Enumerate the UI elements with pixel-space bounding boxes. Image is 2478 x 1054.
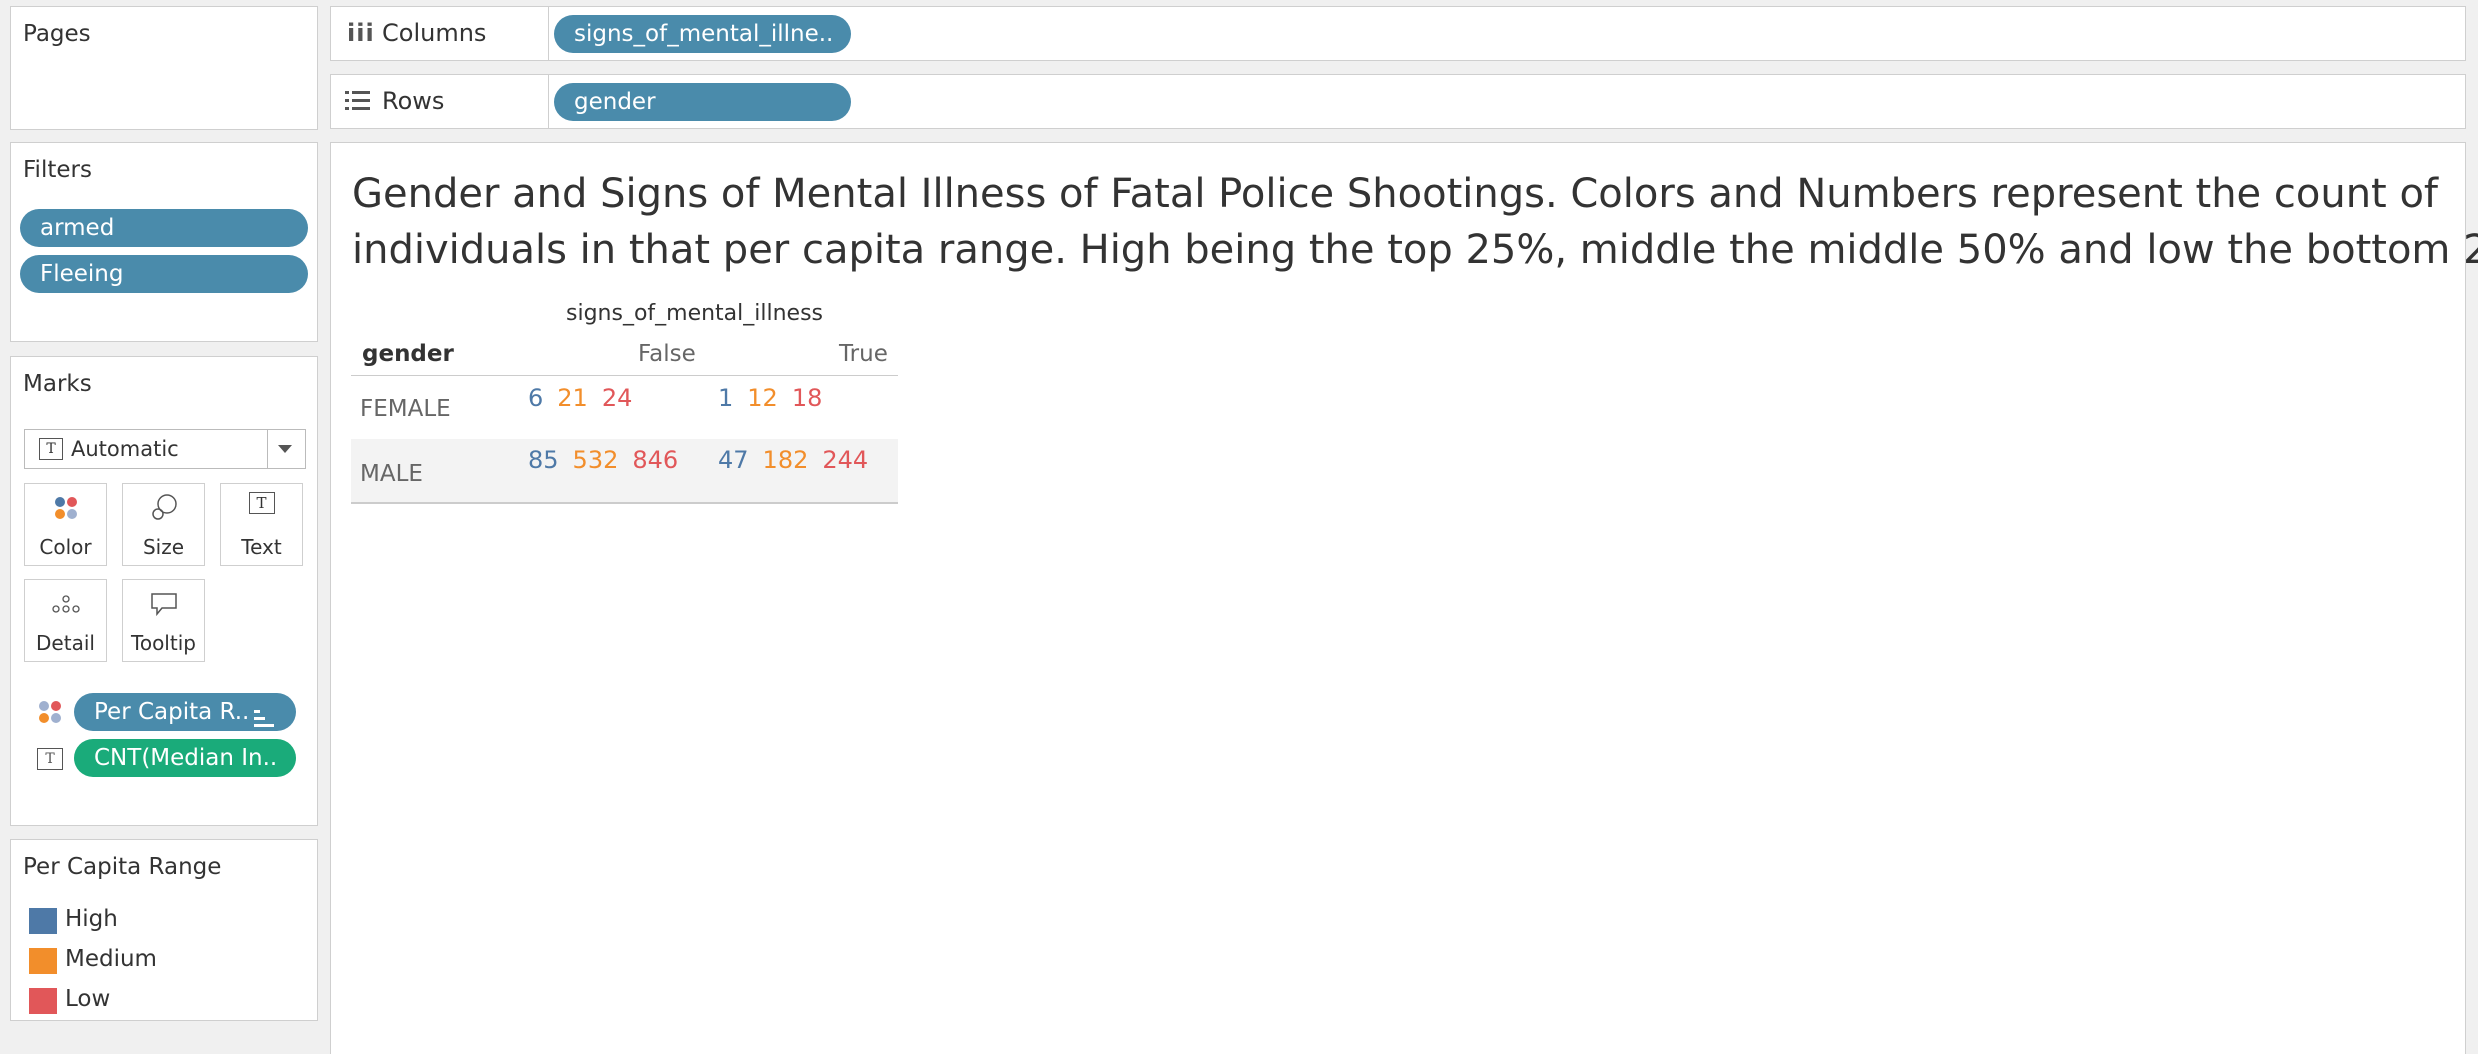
mark-type-value: Automatic xyxy=(71,437,179,461)
dropdown-divider xyxy=(267,430,268,468)
size-label: Size xyxy=(142,535,185,559)
columns-shelf-label: iii Columns xyxy=(331,7,549,60)
text-button[interactable]: T Text xyxy=(220,483,303,566)
detail-icon xyxy=(25,588,106,620)
color-label: Color xyxy=(39,535,92,559)
size-icon xyxy=(123,492,204,524)
rows-shelf[interactable]: Rows gender xyxy=(330,74,2466,129)
columns-label: Columns xyxy=(382,19,487,47)
rows-label: Rows xyxy=(382,87,445,115)
columns-shelf[interactable]: iii Columns signs_of_mental_illne.. xyxy=(330,6,2466,61)
tooltip-icon xyxy=(123,588,204,620)
legend-list: High Medium Low xyxy=(11,896,317,1018)
filters-title: Filters xyxy=(23,157,92,183)
viz-area: Gender and Signs of Mental Illness of Fa… xyxy=(330,142,2478,1054)
table-value[interactable]: 24 xyxy=(602,384,633,412)
pages-panel: Pages xyxy=(10,6,318,130)
legend-panel: Per Capita Range High Medium Low xyxy=(10,839,318,1021)
columns-pill[interactable]: signs_of_mental_illne.. xyxy=(554,15,851,53)
value-group-female-true: 1 12 18 xyxy=(718,384,836,412)
tooltip-button[interactable]: Tooltip xyxy=(122,579,205,662)
color-field-icon xyxy=(37,699,63,729)
table-value[interactable]: 21 xyxy=(557,384,588,412)
text-icon: T xyxy=(221,492,302,524)
cnt-median-income-pill[interactable]: CNT(Median In.. xyxy=(74,739,296,777)
tooltip-label: Tooltip xyxy=(131,631,196,655)
filter-pill-fleeing[interactable]: Fleeing xyxy=(20,255,308,293)
value-group-male-true: 47 182 244 xyxy=(718,446,882,474)
legend-swatch-low xyxy=(29,988,57,1014)
text-field-icon: T xyxy=(37,748,63,770)
table-value[interactable]: 47 xyxy=(718,446,749,474)
legend-swatch-high xyxy=(29,908,57,934)
table-value[interactable]: 532 xyxy=(573,446,619,474)
table-value[interactable]: 12 xyxy=(747,384,778,412)
legend-label-high: High xyxy=(65,906,118,932)
legend-label-medium: Medium xyxy=(65,946,157,972)
table-value[interactable]: 846 xyxy=(632,446,678,474)
marks-panel: Marks T Automatic Color Size T Text Deta… xyxy=(10,356,318,826)
text-label: Text xyxy=(241,535,282,559)
rows-pill[interactable]: gender xyxy=(554,83,851,121)
filters-panel: Filters armed Fleeing xyxy=(10,142,318,342)
text-mark-icon: T xyxy=(39,438,63,460)
table-value[interactable]: 1 xyxy=(718,384,733,412)
table-value[interactable]: 244 xyxy=(822,446,868,474)
value-group-male-false: 85 532 846 xyxy=(528,446,692,474)
table-value[interactable]: 85 xyxy=(528,446,559,474)
rows-icon xyxy=(345,89,371,117)
legend-label-low: Low xyxy=(65,986,111,1012)
color-button[interactable]: Color xyxy=(24,483,107,566)
size-button[interactable]: Size xyxy=(122,483,205,566)
detail-button[interactable]: Detail xyxy=(24,579,107,662)
table-value[interactable]: 18 xyxy=(792,384,823,412)
detail-label: Detail xyxy=(36,631,95,655)
color-icon xyxy=(25,492,106,524)
pages-title: Pages xyxy=(23,21,91,47)
per-capita-range-pill[interactable]: Per Capita R.. xyxy=(74,693,296,731)
values-layer: 6 21 24 1 12 18 85 532 846 47 182 244 xyxy=(331,143,1031,543)
table-value[interactable]: 6 xyxy=(528,384,543,412)
per-capita-range-label: Per Capita R.. xyxy=(94,699,250,725)
value-group-female-false: 6 21 24 xyxy=(528,384,646,412)
legend-title: Per Capita Range xyxy=(23,854,222,880)
filter-pill-armed[interactable]: armed xyxy=(20,209,308,247)
sort-icon xyxy=(254,702,276,731)
marks-title: Marks xyxy=(23,371,92,397)
rows-shelf-label: Rows xyxy=(331,75,549,128)
chevron-down-icon[interactable] xyxy=(278,445,292,453)
table-value[interactable]: 182 xyxy=(763,446,809,474)
columns-icon: iii xyxy=(347,19,375,47)
mark-type-select[interactable]: T Automatic xyxy=(24,429,306,469)
legend-swatch-medium xyxy=(29,948,57,974)
